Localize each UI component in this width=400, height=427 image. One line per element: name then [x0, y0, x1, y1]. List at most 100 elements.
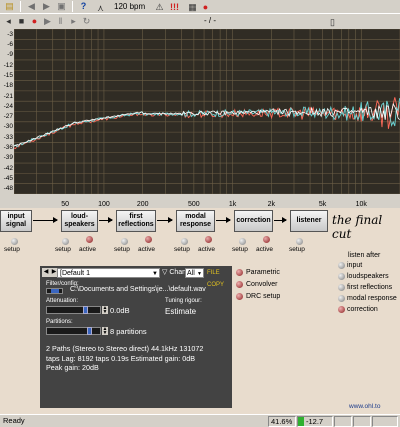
active-toggle[interactable]	[86, 236, 93, 243]
setup-toggle[interactable]	[62, 238, 69, 245]
status-cell	[353, 416, 371, 427]
save-icon[interactable]: ▣	[55, 1, 68, 13]
listen-after-radio[interactable]	[338, 306, 345, 313]
sweep-button[interactable]: ⋏	[94, 2, 107, 14]
rewind-icon[interactable]: ◂	[3, 16, 14, 28]
setup-label: setup	[55, 246, 71, 253]
listen-after-option[interactable]: loudspeakers	[347, 273, 389, 280]
play-icon[interactable]: ▶	[42, 16, 53, 28]
y-tick-label: -21	[3, 92, 13, 100]
flow-arrow	[99, 217, 113, 223]
listen-after-radio[interactable]	[338, 262, 345, 269]
final-cut-label: the final cut	[332, 213, 383, 241]
listen-after-radio[interactable]	[338, 284, 345, 291]
tuning-value[interactable]: Estimate	[165, 307, 196, 316]
flow-box[interactable]: first reflections	[116, 210, 156, 232]
info-text: 2 Paths (Stereo to Stereo direct) 44.1kH…	[46, 344, 228, 373]
toolbar-separator	[72, 1, 73, 12]
active-label: active	[138, 246, 155, 253]
attenuation-spinner[interactable]: ▲ ▼	[102, 306, 108, 315]
alert-icon[interactable]: !!!	[168, 1, 181, 13]
flow-box[interactable]: correction	[234, 210, 273, 232]
x-tick-label: 5k	[318, 201, 327, 208]
chan-select[interactable]: All ▼	[185, 268, 204, 278]
y-tick-label: -33	[3, 133, 13, 141]
x-tick-label: 1k	[228, 201, 237, 208]
y-tick-label: -36	[3, 144, 13, 152]
filter-browse-button[interactable]	[46, 288, 63, 294]
setup-toggle[interactable]	[11, 238, 18, 245]
preset-select[interactable]: [Default 1 ▼	[57, 268, 160, 278]
setup-label: setup	[4, 246, 20, 253]
convolver-label: Convolver	[246, 281, 278, 288]
file-copy-button[interactable]: FILE COPY	[207, 267, 231, 288]
listen-after-option[interactable]: first reflections	[347, 284, 392, 291]
loop-icon[interactable]: ↻	[81, 16, 92, 28]
x-tick-label: 500	[188, 201, 200, 208]
y-tick-label: -39	[3, 154, 13, 162]
y-tick-label: -45	[3, 175, 13, 183]
record-icon[interactable]: ●	[29, 16, 40, 28]
setup-toggle[interactable]	[296, 238, 303, 245]
level-bar	[298, 417, 304, 426]
attenuation-knob[interactable]	[83, 306, 88, 314]
stop-icon[interactable]: ■	[16, 16, 27, 28]
level-meter: -12.7 dB	[297, 416, 333, 427]
help-icon[interactable]: ?	[77, 1, 90, 13]
clipboard-icon[interactable]: ▦	[186, 1, 199, 13]
metronome-icon[interactable]: ⚠	[153, 1, 166, 13]
y-tick-label: -6	[7, 40, 13, 48]
partitions-slider[interactable]	[46, 327, 101, 335]
setup-toggle[interactable]	[239, 238, 246, 245]
x-tick-label: 50	[61, 201, 70, 208]
record-alert-icon[interactable]: ●	[199, 1, 212, 13]
parametric-label: Parametric	[246, 269, 280, 276]
setup-toggle[interactable]	[181, 238, 188, 245]
active-toggle[interactable]	[145, 236, 152, 243]
flow-box[interactable]: modal response	[176, 210, 215, 232]
active-toggle[interactable]	[205, 236, 212, 243]
active-toggle[interactable]	[263, 236, 270, 243]
setup-label: setup	[174, 246, 190, 253]
settings-icon[interactable]: ▯	[326, 16, 339, 28]
pause-icon[interactable]: ‖	[55, 16, 66, 28]
listen-after-radio[interactable]	[338, 295, 345, 302]
convolver-radio[interactable]	[236, 281, 243, 288]
skip-forward-icon[interactable]: ▸	[68, 16, 79, 28]
y-tick-label: -3	[7, 30, 13, 38]
y-tick-label: -27	[3, 113, 13, 121]
open-folder-icon[interactable]: ▤	[3, 1, 16, 13]
attenuation-label: Attenuation:	[46, 298, 79, 304]
attenuation-value: 0.0dB	[110, 306, 130, 315]
listen-after-title: listen after	[348, 252, 381, 259]
back-arrow-icon[interactable]: ◀	[25, 1, 38, 13]
listen-after-radio[interactable]	[338, 273, 345, 280]
cpu-percent: 41.6%	[268, 416, 296, 427]
bpm-display: 120 bpm	[114, 2, 146, 11]
website-link[interactable]: www.ohl.to	[349, 403, 380, 410]
y-tick-label: -30	[3, 123, 13, 131]
prev-preset-button[interactable]: ◀	[42, 268, 50, 277]
frequency-response-panel: -3 -6 -9 -12 -15 -18 -21 -24 -27 -30 -33 -36 -39 -42 -…	[0, 29, 400, 201]
forward-arrow-icon[interactable]: ▶	[40, 1, 53, 13]
drc-setup-radio[interactable]	[236, 293, 243, 300]
chan-arrow-icon: ▼	[197, 271, 202, 277]
attenuation-slider[interactable]	[46, 306, 101, 314]
partitions-spinner[interactable]: ▲ ▼	[102, 327, 108, 336]
parametric-radio[interactable]	[236, 269, 243, 276]
status-text: Ready	[3, 416, 25, 425]
listen-after-option[interactable]: correction	[347, 306, 378, 313]
drc-setup-label: DRC setup	[246, 293, 281, 300]
flow-box[interactable]: input signal	[0, 210, 32, 232]
flow-box[interactable]: loud- speakers	[61, 210, 98, 232]
listen-after-option[interactable]: input	[347, 262, 362, 269]
y-tick-label: -42	[3, 164, 13, 172]
partitions-knob[interactable]	[87, 327, 92, 335]
listen-after-option[interactable]: modal response	[347, 295, 397, 302]
response-curve-reference	[14, 102, 400, 147]
filter-panel: ◀ ▶ [Default 1 ▼ ▽ Chan All ▼ FILE COPY Fi…	[40, 266, 232, 408]
setup-label: setup	[232, 246, 248, 253]
setup-toggle[interactable]	[121, 238, 128, 245]
transport-bar: ◂ ■ ● ▶ ‖ ▸ ↻	[0, 14, 400, 29]
flow-box[interactable]: listener	[290, 210, 328, 232]
